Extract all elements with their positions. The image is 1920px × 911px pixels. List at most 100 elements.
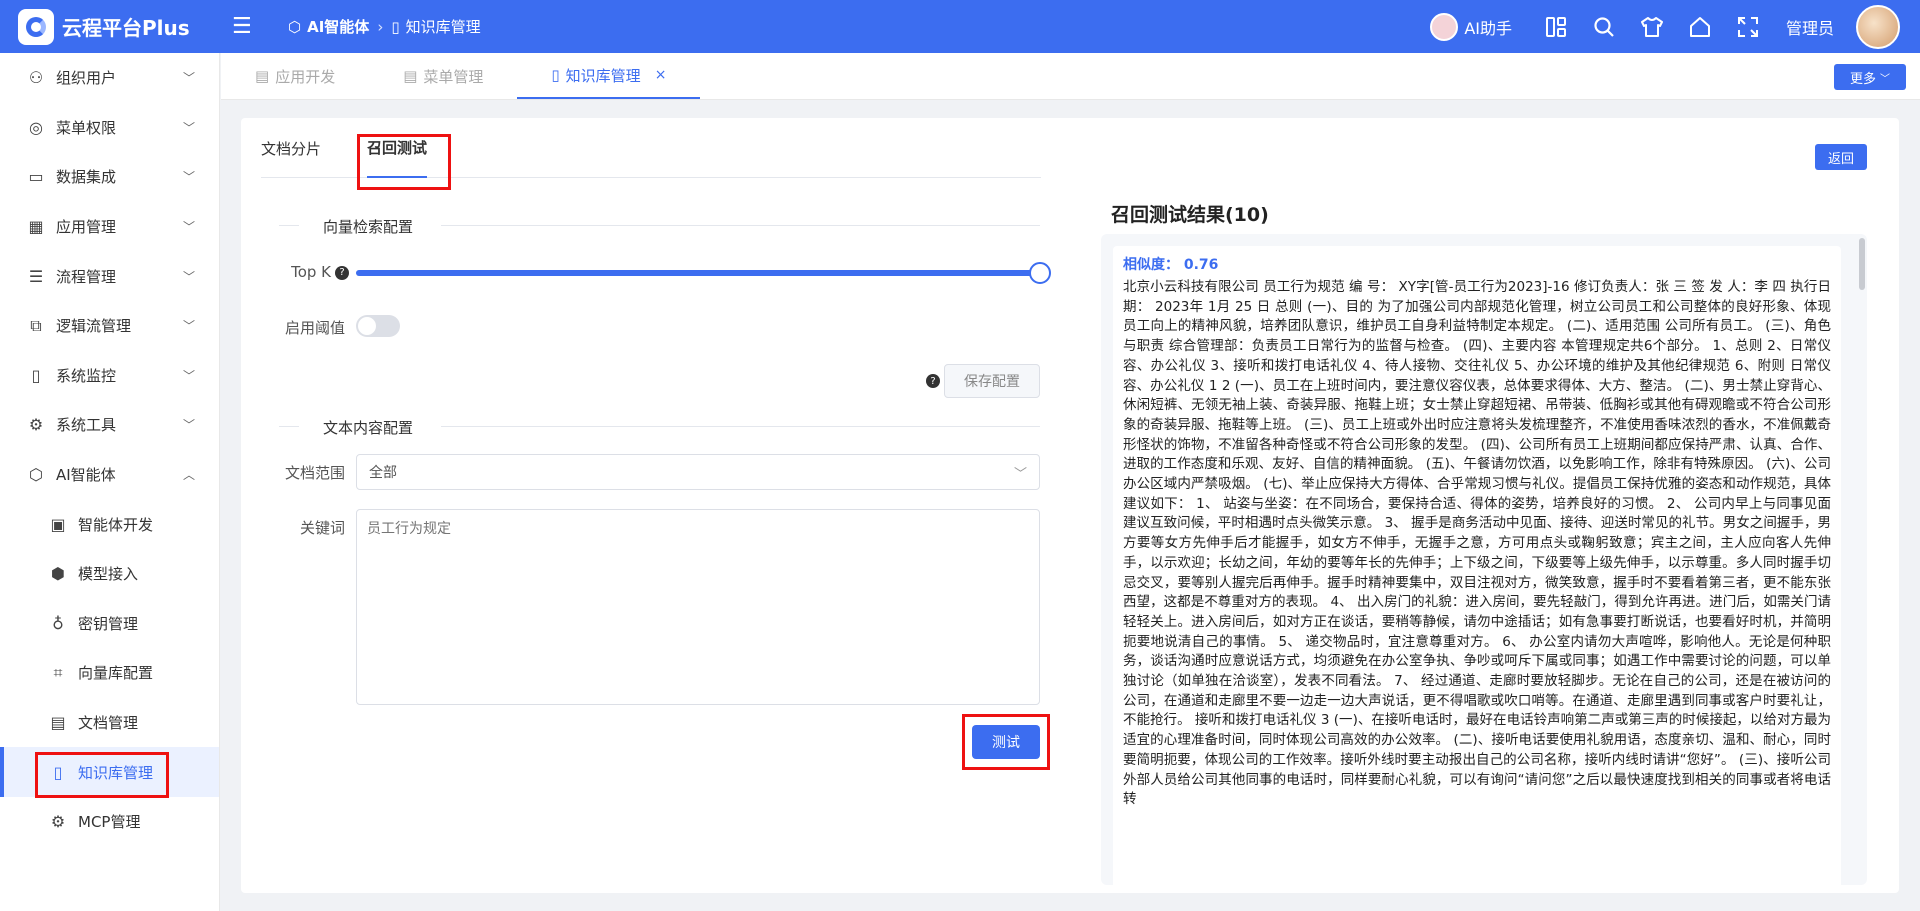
more-button[interactable]: 更多 ﹀: [1834, 64, 1906, 90]
tab-doc-split[interactable]: 文档分片: [261, 118, 321, 178]
sidebar-item-flow-mgmt[interactable]: ☰ 流程管理 ﹀: [0, 251, 219, 301]
sidebar-item-org-users[interactable]: ⚇ 组织用户 ﹀: [0, 53, 219, 103]
tab-kb-mgmt[interactable]: ▯ 知识库管理 ×: [517, 53, 701, 99]
cube-icon: ⬡: [29, 465, 43, 485]
divider: [441, 225, 1040, 226]
sidebar-item-label: 系统工具: [56, 416, 117, 435]
sidebar-item-menu-perm[interactable]: ◎ 菜单权限 ﹀: [0, 103, 219, 153]
box-icon: ⬢: [51, 564, 65, 584]
topk-label: Top K?: [279, 263, 349, 281]
search-icon[interactable]: [1591, 14, 1617, 40]
tab-menu-mgmt[interactable]: ▤ 菜单管理: [369, 53, 517, 99]
divider: [279, 426, 299, 427]
tab-bar: ▤ 应用开发 ▤ 菜单管理 ▯ 知识库管理 × 更多 ﹀: [221, 53, 1920, 100]
result-text: 北京小云科技有限公司 员工行为规范 编 号： XY字[管-员工行为2023]-1…: [1123, 279, 1831, 808]
divider: [441, 426, 1040, 427]
chevron-up-icon: ︿: [182, 468, 195, 483]
scope-select[interactable]: 全部 ﹀: [356, 454, 1040, 490]
layers-icon: ▭: [28, 167, 44, 187]
help-icon[interactable]: ?: [926, 374, 940, 388]
sidebar-item-data-integration[interactable]: ▭ 数据集成 ﹀: [0, 152, 219, 202]
sidebar-item-label: 逻辑流管理: [56, 317, 132, 336]
result-item: 相似度： 0.76 北京小云科技有限公司 员工行为规范 编 号： XY字[管-员…: [1113, 246, 1841, 885]
sidebar-item-label: 应用管理: [56, 218, 117, 237]
user-org-icon: ⚇: [28, 68, 44, 88]
slider-fill: [356, 270, 1040, 276]
sidebar-item-model-access[interactable]: ⬢ 模型接入: [0, 549, 219, 599]
chevron-down-icon: ﹀: [182, 418, 195, 433]
results-panel[interactable]: 相似度： 0.76 北京小云科技有限公司 员工行为规范 编 号： XY字[管-员…: [1101, 234, 1867, 885]
slider-handle[interactable]: [1029, 262, 1051, 284]
document-icon: ▤: [255, 67, 270, 85]
close-icon[interactable]: ×: [655, 67, 667, 83]
sidebar-item-label: 智能体开发: [78, 515, 154, 534]
breadcrumb-item-kb: 知识库管理: [405, 18, 481, 36]
ai-assistant-button[interactable]: AI助手: [1430, 12, 1512, 41]
book-icon: ▯: [391, 17, 400, 36]
sidebar-item-key-mgmt[interactable]: ♁ 密钥管理: [0, 599, 219, 649]
book-icon: ▯: [551, 66, 560, 84]
sidebar-item-agent-dev[interactable]: ▣ 智能体开发: [0, 499, 219, 549]
return-button[interactable]: 返回: [1815, 144, 1867, 170]
sidebar-item-label: 组织用户: [56, 69, 117, 88]
fullscreen-icon[interactable]: [1735, 14, 1761, 40]
sidebar-item-label: 数据集成: [56, 168, 117, 187]
similarity-score: 相似度： 0.76: [1123, 257, 1219, 273]
topk-label-text: Top K: [291, 263, 331, 281]
divider: [279, 225, 299, 226]
tab-label: 知识库管理: [565, 66, 641, 85]
shirt-icon[interactable]: [1639, 14, 1665, 40]
crop-icon: ⌗: [53, 662, 63, 682]
topk-slider[interactable]: [356, 262, 1051, 284]
chevron-down-icon: ﹀: [1880, 73, 1890, 85]
breadcrumb: ⬡ AI智能体 › ▯ 知识库管理: [288, 16, 481, 37]
help-icon[interactable]: ?: [335, 265, 349, 280]
document-icon: ▤: [403, 67, 418, 85]
highlight-box: [962, 714, 1050, 770]
sidebar-item-logic-flow[interactable]: ⧉ 逻辑流管理 ﹀: [0, 301, 219, 351]
main-card: 文档分片 召回测试 返回 向量检索配置 Top K? 启用阈值 ? 保存配置 文…: [241, 118, 1899, 893]
scope-label: 文档范围: [284, 464, 345, 482]
user-avatar[interactable]: [1856, 4, 1900, 49]
home-icon[interactable]: [1687, 14, 1713, 40]
sidebar-item-mcp-mgmt[interactable]: ⚙ MCP管理: [0, 797, 219, 847]
sidebar-item-label: AI智能体: [56, 466, 116, 485]
ai-assistant-label: AI助手: [1464, 18, 1512, 38]
sidebar-item-sys-tools[interactable]: ⚙ 系统工具 ﹀: [0, 400, 219, 450]
gear-icon: ⚙: [28, 415, 44, 435]
vector-section-title: 向量检索配置: [323, 218, 414, 236]
user-name[interactable]: 管理员: [1786, 15, 1834, 39]
keyword-input[interactable]: [356, 509, 1040, 705]
top-header: 云程平台Plus ☰ ⬡ AI智能体 › ▯ 知识库管理 AI助手 管理员: [0, 0, 1920, 53]
breadcrumb-item-ai[interactable]: AI智能体: [307, 16, 369, 37]
logo[interactable]: 云程平台Plus: [0, 8, 220, 45]
target-icon: ◎: [29, 117, 43, 137]
sidebar-item-label: 菜单权限: [56, 118, 117, 137]
sidebar-item-label: MCP管理: [78, 813, 141, 832]
tab-app-dev[interactable]: ▤ 应用开发: [221, 53, 369, 99]
sidebar-item-ai-agent[interactable]: ⬡ AI智能体 ︿: [0, 450, 219, 500]
scrollbar[interactable]: [1859, 238, 1865, 290]
highlight-box: [35, 752, 169, 798]
sidebar-item-vector-config[interactable]: ⌗ 向量库配置: [0, 648, 219, 698]
tab-label: 应用开发: [275, 67, 336, 86]
threshold-label: 启用阈值: [284, 319, 345, 337]
image-icon: ▣: [50, 514, 66, 534]
layout-icon[interactable]: [1543, 14, 1569, 40]
more-label: 更多: [1849, 71, 1876, 87]
gear-icon: ⚙: [50, 812, 66, 832]
key-icon: ♁: [52, 613, 64, 633]
scope-value: 全部: [369, 465, 397, 481]
chevron-right-icon: ›: [377, 17, 384, 36]
highlight-box: [357, 134, 451, 190]
threshold-toggle[interactable]: [356, 315, 400, 337]
sidebar-item-doc-mgmt[interactable]: ▤ 文档管理: [0, 698, 219, 748]
save-config-button[interactable]: 保存配置: [944, 364, 1040, 398]
sidebar-item-app-mgmt[interactable]: ▦ 应用管理 ﹀: [0, 202, 219, 252]
sidebar-item-label: 文档管理: [78, 714, 139, 733]
menu-toggle-icon[interactable]: ☰: [232, 14, 262, 39]
sidebar-item-sys-monitor[interactable]: ▯ 系统监控 ﹀: [0, 351, 219, 401]
keyword-label: 关键词: [299, 519, 345, 537]
chevron-down-icon: ﹀: [182, 269, 195, 284]
chevron-down-icon: ﹀: [182, 170, 195, 185]
